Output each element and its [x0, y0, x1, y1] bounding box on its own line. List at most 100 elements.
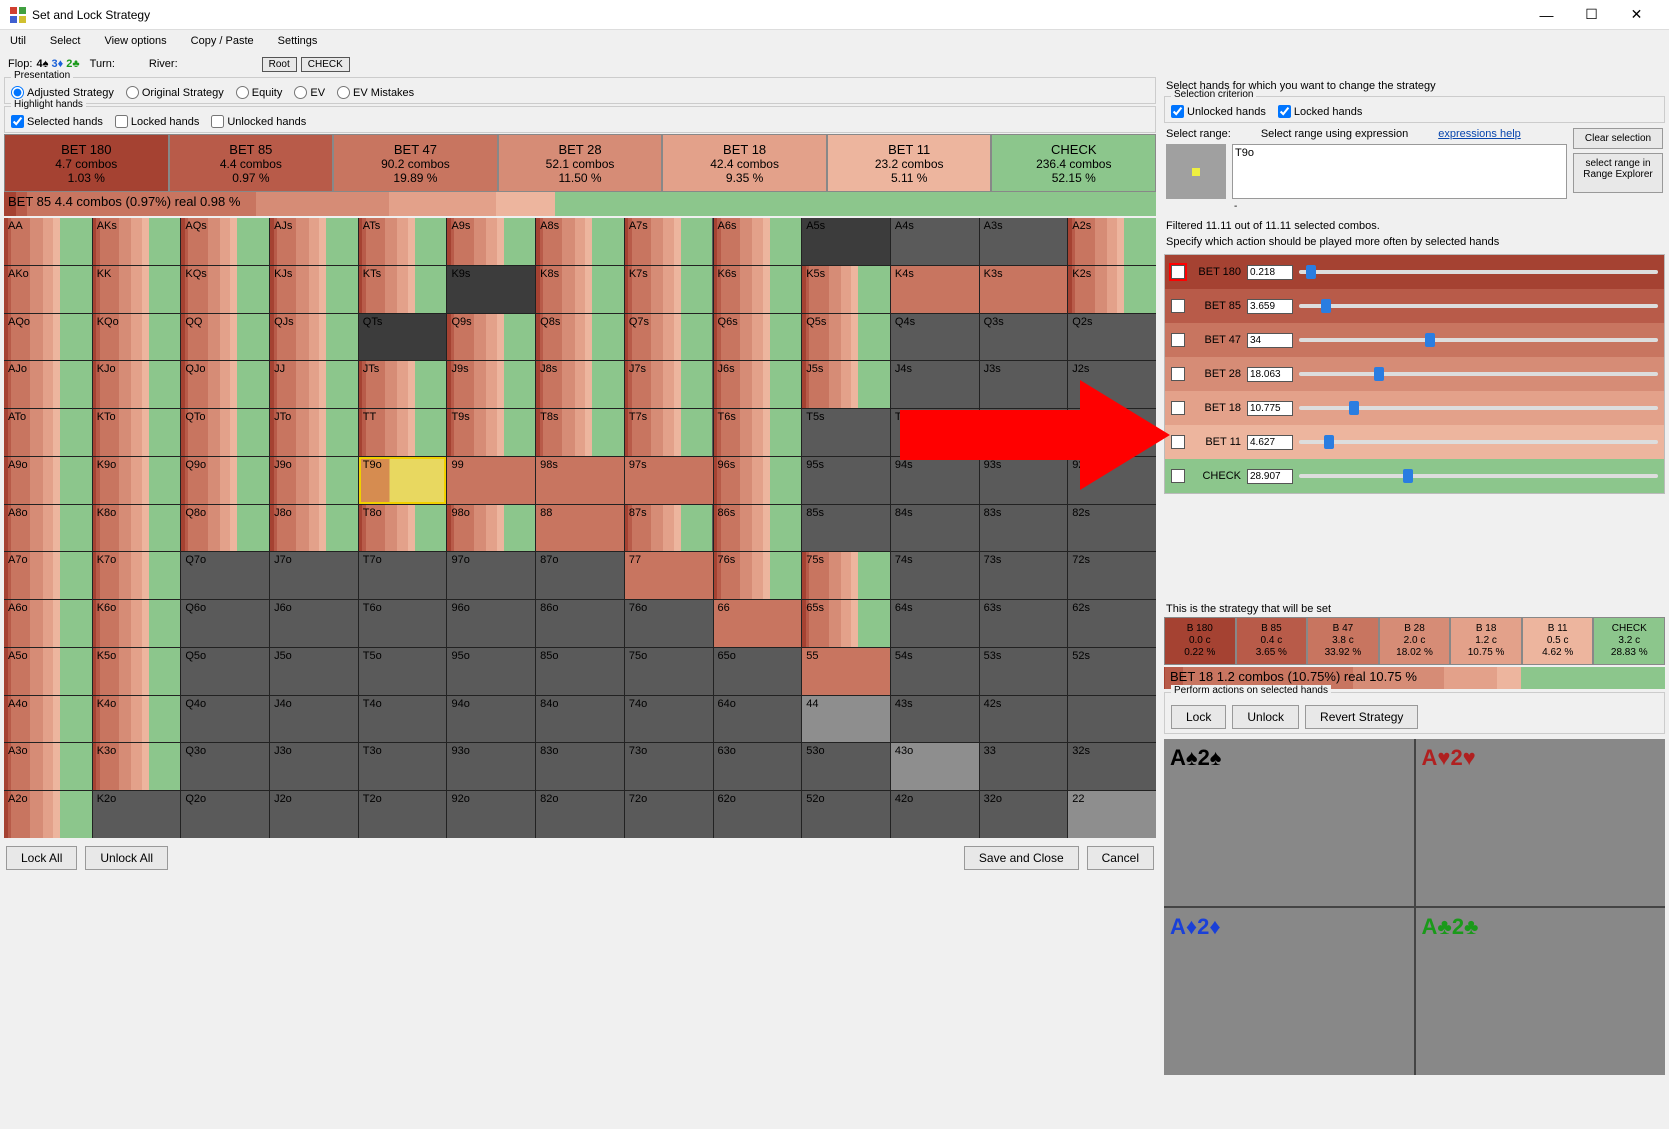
clear-selection-button[interactable]: Clear selection [1573, 128, 1663, 149]
cancel-button[interactable]: Cancel [1087, 846, 1154, 870]
cell-53o[interactable]: 53o [802, 743, 890, 790]
action-bet-18[interactable]: BET 1842.4 combos9.35 % [662, 134, 827, 192]
cell-A9o[interactable]: A9o [4, 457, 92, 504]
cell-T8s[interactable]: T8s [536, 409, 624, 456]
slider-check[interactable]: CHECK [1165, 459, 1664, 493]
cell-A4o[interactable]: A4o [4, 696, 92, 743]
cell-62s[interactable]: 62s [1068, 600, 1156, 647]
cell-Q8s[interactable]: Q8s [536, 314, 624, 361]
cell-Q9o[interactable]: Q9o [181, 457, 269, 504]
cell-94o[interactable]: 94o [447, 696, 535, 743]
cell-83o[interactable]: 83o [536, 743, 624, 790]
cell-ATs[interactable]: ATs [359, 218, 447, 265]
close-button[interactable]: ✕ [1614, 0, 1659, 30]
cell-KJo[interactable]: KJo [93, 361, 181, 408]
minimize-button[interactable]: — [1524, 0, 1569, 30]
cell-66[interactable]: 66 [714, 600, 802, 647]
cell-Q6o[interactable]: Q6o [181, 600, 269, 647]
radio-equity[interactable]: Equity [236, 86, 283, 99]
cell-86s[interactable]: 86s [714, 505, 802, 552]
cell-A8s[interactable]: A8s [536, 218, 624, 265]
cell-J5s[interactable]: J5s [802, 361, 890, 408]
cell-84o[interactable]: 84o [536, 696, 624, 743]
suit-quadrant[interactable]: A♦2♦ [1164, 908, 1414, 1075]
cell-J4o[interactable]: J4o [270, 696, 358, 743]
cell-K4s[interactable]: K4s [891, 266, 979, 313]
cell-63o[interactable]: 63o [714, 743, 802, 790]
cell-K9o[interactable]: K9o [93, 457, 181, 504]
cell-J7s[interactable]: J7s [625, 361, 713, 408]
cell-A5s[interactable]: A5s [802, 218, 890, 265]
cell-A6s[interactable]: A6s [714, 218, 802, 265]
cell-96s[interactable]: 96s [714, 457, 802, 504]
cell-KK[interactable]: KK [93, 266, 181, 313]
cell-Q3o[interactable]: Q3o [181, 743, 269, 790]
cell-53s[interactable]: 53s [980, 648, 1068, 695]
cell-Q6s[interactable]: Q6s [714, 314, 802, 361]
action-bet-85[interactable]: BET 854.4 combos0.97 % [169, 134, 334, 192]
cell-ATo[interactable]: ATo [4, 409, 92, 456]
cell-K5o[interactable]: K5o [93, 648, 181, 695]
cell-T4s[interactable]: T4s [891, 409, 979, 456]
cell-Q9s[interactable]: Q9s [447, 314, 535, 361]
cell-T6o[interactable]: T6o [359, 600, 447, 647]
cell-72s[interactable]: 72s [1068, 552, 1156, 599]
cell-KQo[interactable]: KQo [93, 314, 181, 361]
cell-A3o[interactable]: A3o [4, 743, 92, 790]
expressions-help-link[interactable]: expressions help [1438, 128, 1521, 140]
check-selected-hands[interactable]: Selected hands [11, 115, 103, 128]
cell-J3s[interactable]: J3s [980, 361, 1068, 408]
cell-J5o[interactable]: J5o [270, 648, 358, 695]
cell-87o[interactable]: 87o [536, 552, 624, 599]
cell-J2o[interactable]: J2o [270, 791, 358, 838]
cell-75s[interactable]: 75s [802, 552, 890, 599]
cell-Q5o[interactable]: Q5o [181, 648, 269, 695]
cell-93o[interactable]: 93o [447, 743, 535, 790]
radio-original-strategy[interactable]: Original Strategy [126, 86, 224, 99]
cell-AKs[interactable]: AKs [93, 218, 181, 265]
range-expression-input[interactable]: T9o [1232, 144, 1567, 199]
cell-32s[interactable]: 32s [1068, 743, 1156, 790]
cell-A6o[interactable]: A6o [4, 600, 92, 647]
cell-52s[interactable]: 52s [1068, 648, 1156, 695]
cell-J7o[interactable]: J7o [270, 552, 358, 599]
cell-T7s[interactable]: T7s [625, 409, 713, 456]
lock-button[interactable]: Lock [1171, 705, 1226, 729]
cell-T2o[interactable]: T2o [359, 791, 447, 838]
cell-82o[interactable]: 82o [536, 791, 624, 838]
cell-JTs[interactable]: JTs [359, 361, 447, 408]
cell-K9s[interactable]: K9s [447, 266, 535, 313]
cell-T3o[interactable]: T3o [359, 743, 447, 790]
cell-QQ[interactable]: QQ [181, 314, 269, 361]
range-preview-swatch[interactable] [1166, 144, 1226, 199]
cell-74o[interactable]: 74o [625, 696, 713, 743]
action-bet-28[interactable]: BET 2852.1 combos11.50 % [498, 134, 663, 192]
suit-quadrant[interactable]: A♥2♥ [1416, 739, 1666, 906]
cell-54s[interactable]: 54s [891, 648, 979, 695]
cell-KQs[interactable]: KQs [181, 266, 269, 313]
cell-76o[interactable]: 76o [625, 600, 713, 647]
cell-JTo[interactable]: JTo [270, 409, 358, 456]
open-range-explorer-button[interactable]: select range in Range Explorer [1573, 153, 1663, 193]
cell-KTo[interactable]: KTo [93, 409, 181, 456]
cell-TT[interactable]: TT [359, 409, 447, 456]
cell-62o[interactable]: 62o [714, 791, 802, 838]
cell-K2o[interactable]: K2o [93, 791, 181, 838]
cell-K3s[interactable]: K3s [980, 266, 1068, 313]
cell-86o[interactable]: 86o [536, 600, 624, 647]
cell-65s[interactable]: 65s [802, 600, 890, 647]
save-close-button[interactable]: Save and Close [964, 846, 1079, 870]
cell-22[interactable]: 22 [1068, 791, 1156, 838]
cell-T3s[interactable]: T3s [980, 409, 1068, 456]
menu-copy-paste[interactable]: Copy / Paste [187, 33, 258, 49]
cell-64o[interactable]: 64o [714, 696, 802, 743]
check-locked-hands[interactable]: Locked hands [115, 115, 200, 128]
cell-A5o[interactable]: A5o [4, 648, 92, 695]
cell-A4s[interactable]: A4s [891, 218, 979, 265]
action-check[interactable]: CHECK236.4 combos52.15 % [991, 134, 1156, 192]
cell-42s[interactable]: 42s [980, 696, 1068, 743]
cell-85s[interactable]: 85s [802, 505, 890, 552]
cell-98o[interactable]: 98o [447, 505, 535, 552]
slider-bet-28[interactable]: BET 28 [1165, 357, 1664, 391]
cell-Q5s[interactable]: Q5s [802, 314, 890, 361]
